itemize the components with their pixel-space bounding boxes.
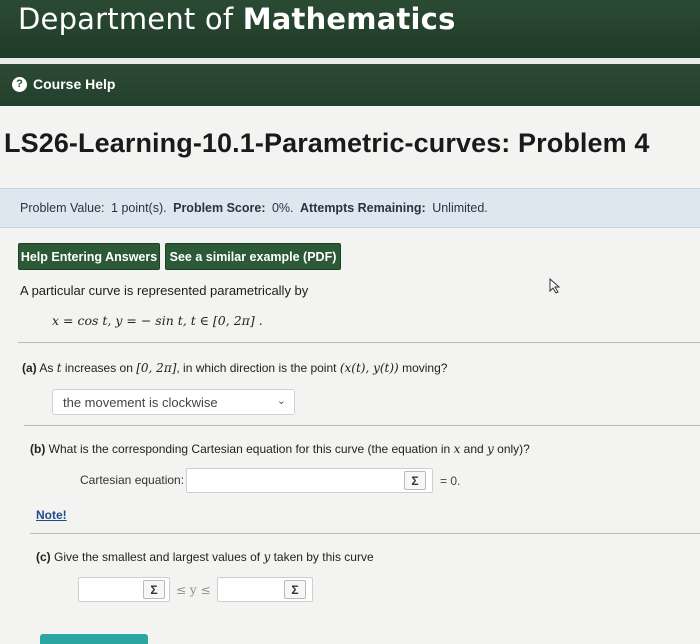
divider <box>24 425 700 426</box>
max-equation-editor-button[interactable]: Σ <box>284 580 306 599</box>
part-c-question: (c) Give the smallest and largest values… <box>36 550 374 564</box>
cartesian-equation-input[interactable] <box>186 468 433 493</box>
course-help-label: Course Help <box>33 76 116 92</box>
mouse-cursor-icon <box>549 278 561 294</box>
divider <box>30 533 700 534</box>
nav-bar: ? Course Help <box>0 64 700 106</box>
problem-intro: A particular curve is represented parame… <box>20 283 309 298</box>
cartesian-equation-label: Cartesian equation: <box>80 473 185 487</box>
attempts-value: Unlimited. <box>432 201 488 215</box>
similar-example-button[interactable]: See a similar example (PDF) <box>165 243 341 270</box>
problem-score: 0%. <box>271 201 294 215</box>
min-equation-editor-button[interactable]: Σ <box>143 580 165 599</box>
page-title: LS26-Learning-10.1-Parametric-curves: Pr… <box>4 128 650 158</box>
problem-score-label: Problem Score: <box>173 201 266 215</box>
site-header: Department of Mathematics <box>0 0 700 58</box>
attempts-label: Attempts Remaining: <box>300 201 426 215</box>
parametric-equation: x = cos t, y = − sin t, t ∈ [0, 2π] . <box>52 313 263 328</box>
divider <box>18 342 700 343</box>
equals-zero: = 0. <box>440 474 461 488</box>
help-entering-answers-button[interactable]: Help Entering Answers <box>18 243 160 270</box>
equation-editor-button[interactable]: Σ <box>404 471 426 490</box>
problem-value: 1 point(s). <box>111 201 167 215</box>
selected-option: the movement is clockwise <box>63 395 218 410</box>
question-circle-icon: ? <box>12 76 27 92</box>
inequality-label: ≤ y ≤ <box>176 583 211 597</box>
problem-value-label: Problem Value: <box>20 201 105 215</box>
department-title: Department of Mathematics <box>18 2 456 36</box>
part-b-question: (b) What is the corresponding Cartesian … <box>30 442 530 456</box>
note-link[interactable]: Note! <box>36 508 67 522</box>
direction-select[interactable]: the movement is clockwise ⌄ <box>52 389 295 415</box>
chevron-down-icon: ⌄ <box>276 395 286 407</box>
part-a-question: (a) As t increases on [0, 2π], in which … <box>22 361 448 375</box>
problem-info-box: Problem Value: 1 point(s). Problem Score… <box>0 188 700 228</box>
submit-button[interactable] <box>40 634 148 644</box>
course-help-link[interactable]: ? Course Help <box>12 76 115 92</box>
